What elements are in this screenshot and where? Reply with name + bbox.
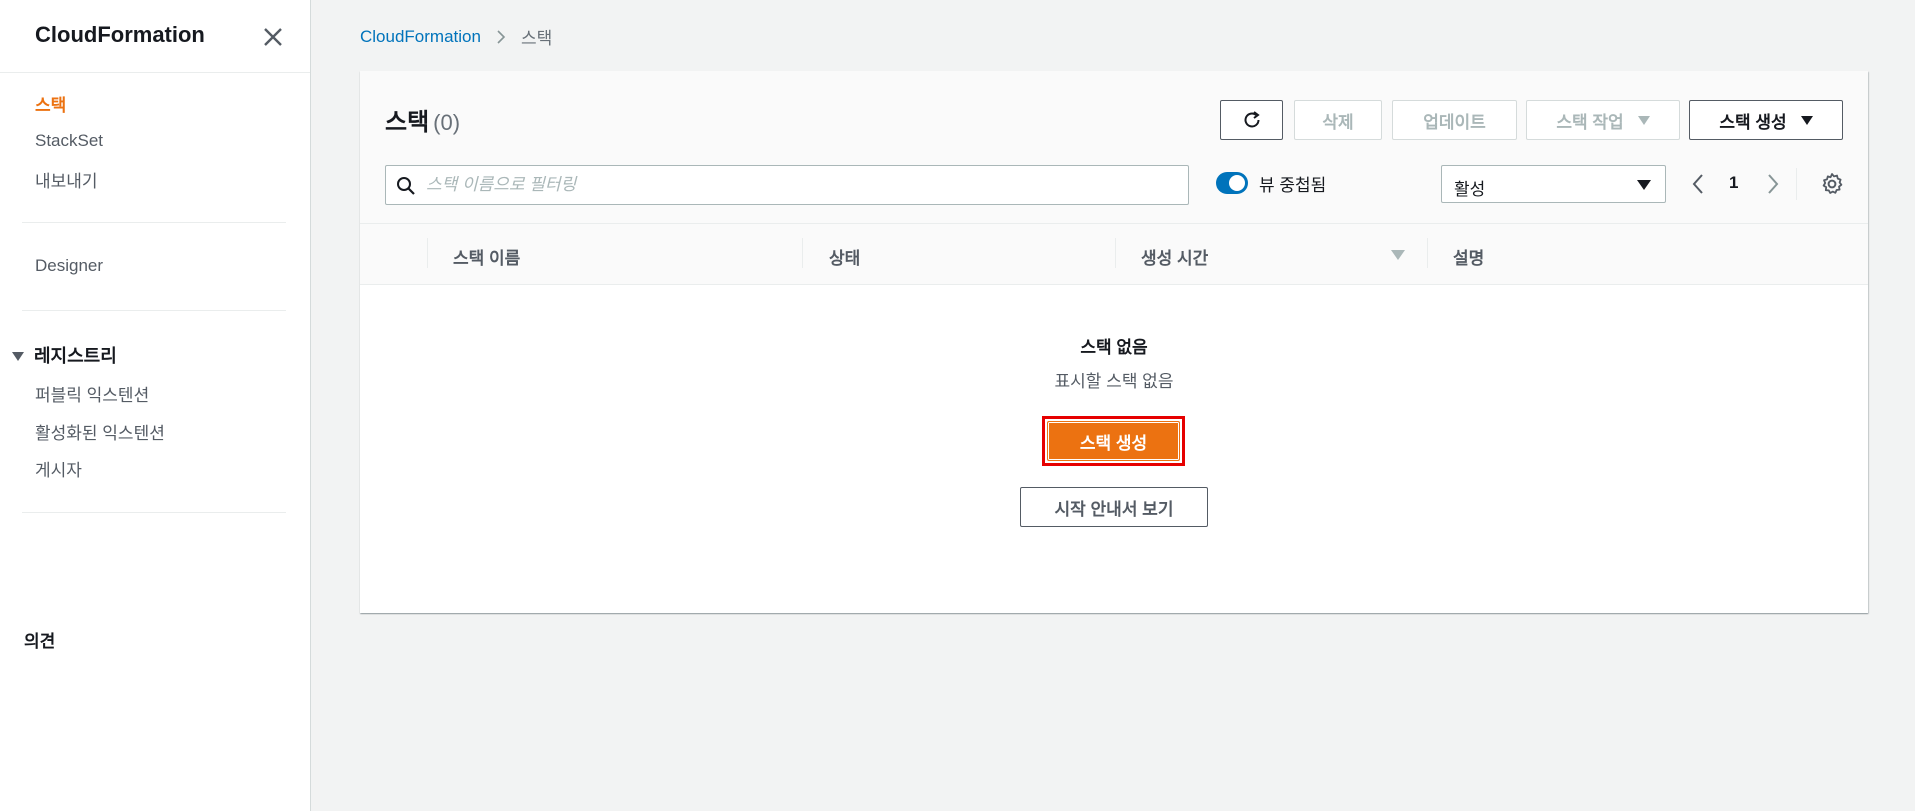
breadcrumb: CloudFormation 스택 [360, 24, 552, 49]
create-stack-label: 스택 생성 [1719, 112, 1787, 132]
column-divider [427, 238, 428, 268]
create-stack-button[interactable]: 스택 생성 [1047, 421, 1180, 461]
column-divider [802, 238, 803, 268]
search-input[interactable] [426, 166, 1176, 204]
toggle-knob [1229, 175, 1245, 191]
stacks-panel: 스택 (0) 삭제 업데이트 스택 작업 스택 생성 스택 이름으로 필터링 뷰… [360, 71, 1868, 613]
table-header: 스택 이름 상태 생성 시간 설명 [360, 224, 1868, 285]
nested-view-toggle[interactable] [1216, 172, 1248, 194]
delete-button[interactable]: 삭제 [1294, 100, 1382, 140]
create-stack-dropdown-button[interactable]: 스택 생성 [1689, 100, 1843, 140]
highlight-box: 스택 생성 [1042, 416, 1185, 466]
close-icon[interactable] [260, 24, 286, 50]
panel-title-text: 스택 [385, 109, 430, 136]
feedback-link[interactable]: 의견 [24, 627, 55, 652]
column-header-description[interactable]: 설명 [1453, 244, 1484, 269]
nested-view-label: 뷰 중첩됨 [1259, 176, 1327, 195]
column-header-stack-name[interactable]: 스택 이름 [453, 244, 520, 269]
pager-divider [1796, 168, 1797, 200]
gear-icon[interactable] [1819, 171, 1845, 197]
update-button[interactable]: 업데이트 [1392, 100, 1517, 140]
column-header-status[interactable]: 상태 [829, 244, 860, 269]
empty-state-subtitle: 표시할 스택 없음 [1054, 372, 1174, 391]
sort-descending-icon[interactable] [1391, 250, 1405, 260]
app-root: CloudFormation 스택 StackSet 내보내기 Designer… [0, 0, 1915, 811]
caret-down-icon [1637, 115, 1650, 125]
sidebar-item-designer[interactable]: Designer [35, 256, 103, 276]
search-icon [397, 177, 415, 195]
stack-actions-label: 스택 작업 [1556, 112, 1624, 132]
column-header-created-time[interactable]: 생성 시간 [1141, 244, 1208, 269]
breadcrumb-root[interactable]: CloudFormation [360, 27, 481, 47]
column-divider [1115, 238, 1116, 268]
sidebar: CloudFormation 스택 StackSet 내보내기 Designer… [0, 0, 311, 811]
caret-down-icon [12, 351, 24, 361]
sidebar-item-public-extensions[interactable]: 퍼블릭 익스텐션 [35, 381, 149, 406]
page-title: 스택 (0) [385, 102, 460, 137]
sidebar-section-label: 레지스트리 [34, 346, 117, 366]
chevron-left-icon[interactable] [1689, 172, 1707, 196]
refresh-icon [1244, 111, 1260, 128]
empty-state-title: 스택 없음 [1080, 338, 1148, 357]
chevron-right-icon [497, 29, 506, 44]
stack-actions-button[interactable]: 스택 작업 [1526, 100, 1680, 140]
sidebar-section-registry[interactable]: 레지스트리 [12, 342, 117, 368]
refresh-button[interactable] [1220, 100, 1283, 140]
caret-down-icon [1800, 115, 1813, 125]
sidebar-title: CloudFormation [35, 22, 205, 47]
status-filter-value: 활성 [1454, 180, 1486, 199]
getting-started-guide-button[interactable]: 시작 안내서 보기 [1020, 487, 1208, 527]
breadcrumb-current: 스택 [520, 29, 553, 48]
stack-count: (0) [433, 110, 461, 135]
sidebar-divider [22, 310, 286, 311]
panel-header: 스택 (0) 삭제 업데이트 스택 작업 스택 생성 스택 이름으로 필터링 뷰… [360, 71, 1868, 224]
sidebar-divider [22, 222, 286, 223]
status-filter-select[interactable]: 활성 [1441, 165, 1666, 203]
sidebar-item-activated-extensions[interactable]: 활성화된 익스텐션 [35, 419, 165, 444]
caret-down-icon [1637, 180, 1651, 190]
page-number[interactable]: 1 [1729, 173, 1738, 193]
sidebar-item-publisher[interactable]: 게시자 [35, 456, 82, 481]
sidebar-item-stacksets[interactable]: StackSet [35, 131, 103, 151]
chevron-right-icon[interactable] [1764, 172, 1782, 196]
sidebar-item-stacks[interactable]: 스택 [35, 91, 66, 116]
sidebar-header: CloudFormation [0, 0, 310, 73]
sidebar-divider [22, 512, 286, 513]
sidebar-item-exports[interactable]: 내보내기 [35, 167, 98, 192]
search-field [385, 165, 1189, 205]
column-divider [1427, 238, 1428, 268]
